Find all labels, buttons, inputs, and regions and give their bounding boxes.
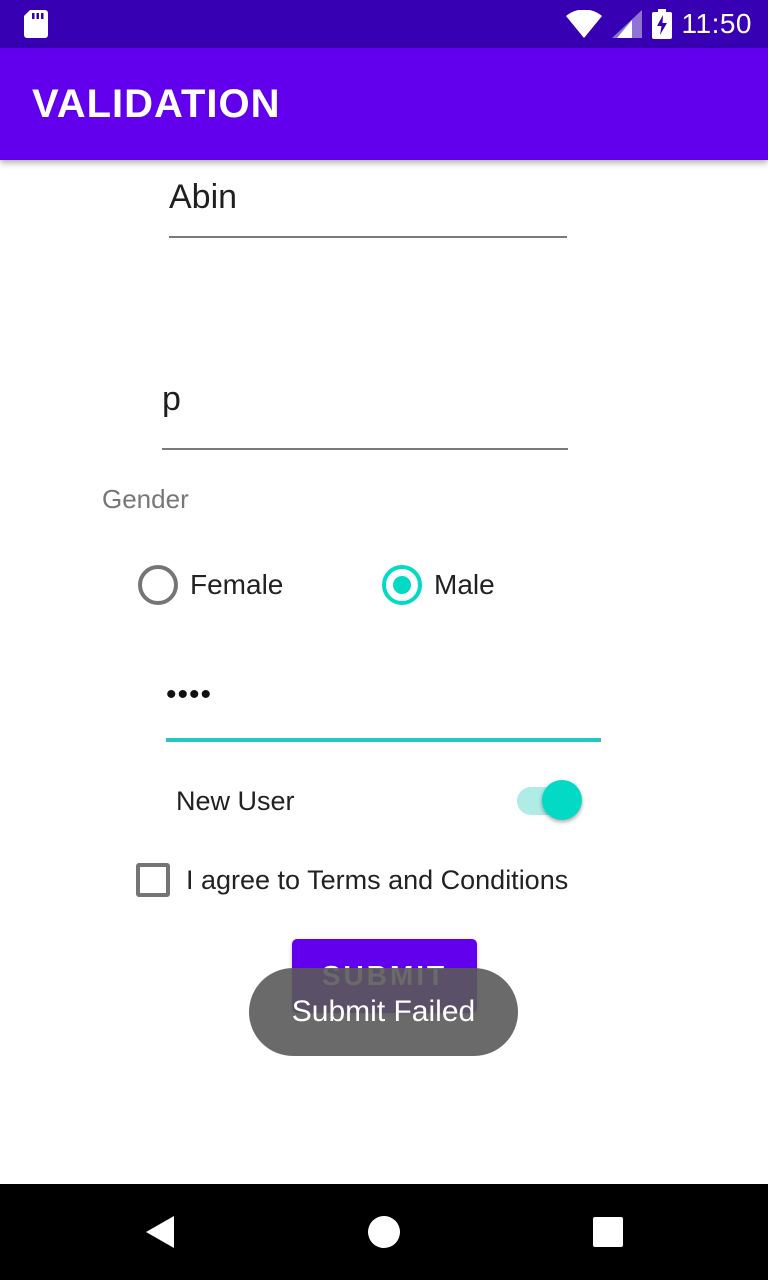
- second-field-underline: [162, 448, 568, 450]
- home-button[interactable]: [336, 1184, 432, 1280]
- sd-card-icon: [24, 10, 48, 38]
- terms-checkbox-label[interactable]: I agree to Terms and Conditions: [186, 865, 568, 896]
- home-icon: [368, 1216, 400, 1248]
- battery-charging-icon: [651, 9, 672, 39]
- gender-label: Gender: [102, 484, 189, 514]
- toast-message: Submit Failed: [249, 968, 518, 1056]
- back-icon: [146, 1216, 174, 1248]
- recents-button[interactable]: [560, 1184, 656, 1280]
- password-field-underline: [166, 738, 601, 742]
- female-radio[interactable]: [138, 565, 178, 605]
- male-radio[interactable]: [382, 565, 422, 605]
- password-field[interactable]: ••••: [166, 678, 212, 712]
- recents-icon: [593, 1217, 623, 1247]
- status-bar: 11:50: [0, 0, 768, 48]
- wifi-icon: [565, 10, 602, 38]
- app-title: VALIDATION: [32, 82, 281, 126]
- name-field[interactable]: Abin: [169, 178, 237, 217]
- female-radio-label[interactable]: Female: [190, 569, 283, 601]
- male-radio-label[interactable]: Male: [434, 569, 495, 601]
- second-field[interactable]: p: [162, 380, 181, 419]
- back-button[interactable]: [112, 1184, 208, 1280]
- new-user-switch[interactable]: [542, 780, 582, 820]
- navigation-bar: [0, 1184, 768, 1280]
- app-bar: VALIDATION: [0, 48, 768, 160]
- signal-icon: [611, 10, 642, 38]
- new-user-label: New User: [176, 786, 295, 816]
- name-field-underline: [169, 236, 567, 238]
- status-time: 11:50: [681, 8, 752, 39]
- status-icons: 11:50: [565, 8, 753, 40]
- terms-checkbox[interactable]: [136, 863, 170, 897]
